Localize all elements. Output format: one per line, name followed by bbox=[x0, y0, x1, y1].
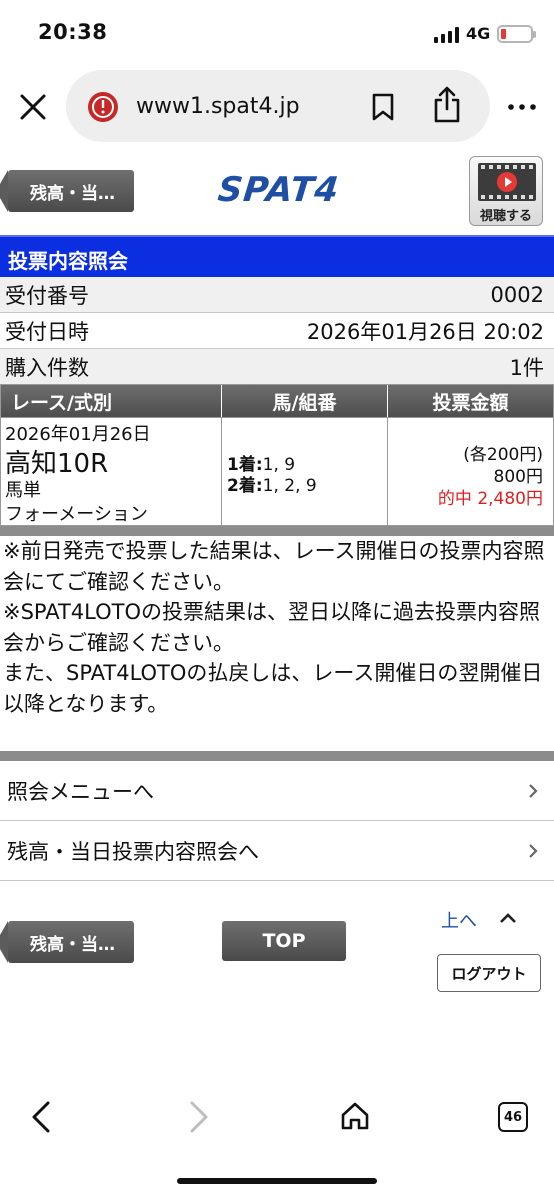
spat4-logo[interactable]: SPAT4 bbox=[216, 170, 341, 210]
network-type: 4G bbox=[466, 24, 491, 43]
info-row-purchase-count: 購入件数 1件 bbox=[0, 349, 554, 385]
url-text: www1.spat4.jp bbox=[136, 94, 300, 119]
play-icon bbox=[497, 172, 517, 192]
signal-icon bbox=[434, 27, 460, 43]
home-indicator bbox=[177, 1178, 377, 1184]
section-title: 投票内容照会 bbox=[0, 235, 554, 277]
note-line: ※SPAT4LOTOの投票結果は、翌日以降に過去投票内容照会からご確認ください。 bbox=[3, 600, 541, 655]
column-header-combination: 馬/組番 bbox=[222, 385, 388, 417]
tabs-button[interactable]: 46 bbox=[498, 1102, 528, 1132]
address-bar[interactable]: www1.spat4.jp bbox=[66, 70, 490, 142]
more-icon[interactable] bbox=[508, 104, 536, 110]
info-label: 購入件数 bbox=[5, 355, 89, 380]
bookmark-icon[interactable] bbox=[371, 93, 395, 121]
divider bbox=[0, 526, 554, 536]
bet-method: フォーメーション bbox=[5, 504, 148, 525]
amount-cell: (各200円) 800円 的中 2,480円 bbox=[388, 418, 553, 525]
info-value: 0002 bbox=[490, 282, 544, 307]
bet-table: レース/式別 馬/組番 投票金額 2026年01月26日 高知10R 馬単 フォ… bbox=[0, 384, 554, 526]
note-line: ※前日発売で投票した結果は、レース開催日の投票内容照会にてご確認ください。 bbox=[3, 539, 545, 594]
watch-video-label: 視聴する bbox=[479, 209, 532, 224]
watch-video-button[interactable]: 視聴する bbox=[469, 156, 543, 226]
race-cell: 2026年01月26日 高知10R 馬単 フォーメーション bbox=[1, 418, 222, 525]
logout-button[interactable]: ログアウト bbox=[437, 954, 541, 992]
battery-icon bbox=[497, 25, 536, 43]
share-icon[interactable] bbox=[432, 86, 462, 124]
notes: ※前日発売で投票した結果は、レース開催日の投票内容照会にてご確認ください。 ※S… bbox=[3, 536, 551, 719]
home-icon[interactable] bbox=[340, 1101, 370, 1131]
bet-type: 馬単 bbox=[5, 480, 41, 501]
note-line: また、SPAT4LOTOの払戻しは、レース開催日の翌開催日以降となります。 bbox=[3, 661, 543, 716]
link-label: 残高・当日投票内容照会へ bbox=[7, 840, 259, 864]
browser-forward-icon[interactable] bbox=[188, 1101, 210, 1133]
divider bbox=[0, 751, 554, 761]
close-icon[interactable] bbox=[18, 92, 48, 122]
column-header-amount: 投票金額 bbox=[432, 391, 509, 414]
info-value: 1件 bbox=[509, 355, 544, 380]
film-icon bbox=[478, 163, 536, 201]
back-button[interactable]: 残高・当… bbox=[0, 170, 134, 212]
link-label: 照会メニューへ bbox=[7, 780, 154, 804]
info-row-receipt-datetime: 受付日時 2026年01月26日 20:02 bbox=[0, 313, 554, 349]
status-bar: 20:38 4G bbox=[0, 0, 554, 66]
chevron-right-icon bbox=[529, 844, 538, 858]
info-row-receipt-number: 受付番号 0002 bbox=[0, 277, 554, 313]
combination-cell: 1着:1, 9 2着:1, 2, 9 bbox=[222, 418, 388, 525]
scroll-up-link[interactable]: 上へ bbox=[441, 907, 477, 933]
info-label: 受付日時 bbox=[5, 319, 89, 344]
status-time: 20:38 bbox=[38, 20, 108, 44]
chevron-up-icon[interactable] bbox=[499, 912, 517, 924]
browser-back-icon[interactable] bbox=[30, 1101, 52, 1133]
chevron-right-icon bbox=[529, 784, 538, 798]
link-inquiry-menu[interactable]: 照会メニューへ bbox=[0, 762, 554, 821]
hit-payout: 的中 2,480円 bbox=[437, 489, 543, 509]
info-label: 受付番号 bbox=[5, 283, 89, 308]
back-button-bottom[interactable]: 残高・当… bbox=[0, 921, 134, 963]
column-header-race: レース/式別 bbox=[1, 385, 222, 417]
combination-second: 2着:1, 2, 9 bbox=[227, 476, 317, 496]
top-button[interactable]: TOP bbox=[222, 921, 346, 961]
table-header: レース/式別 馬/組番 投票金額 bbox=[1, 385, 553, 417]
link-balance-inquiry[interactable]: 残高・当日投票内容照会へ bbox=[0, 822, 554, 881]
info-value: 2026年01月26日 20:02 bbox=[306, 319, 544, 344]
race-name: 高知10R bbox=[5, 449, 109, 479]
warning-icon bbox=[88, 92, 118, 122]
table-row: 2026年01月26日 高知10R 馬単 フォーメーション 1着:1, 9 2着… bbox=[1, 417, 553, 525]
